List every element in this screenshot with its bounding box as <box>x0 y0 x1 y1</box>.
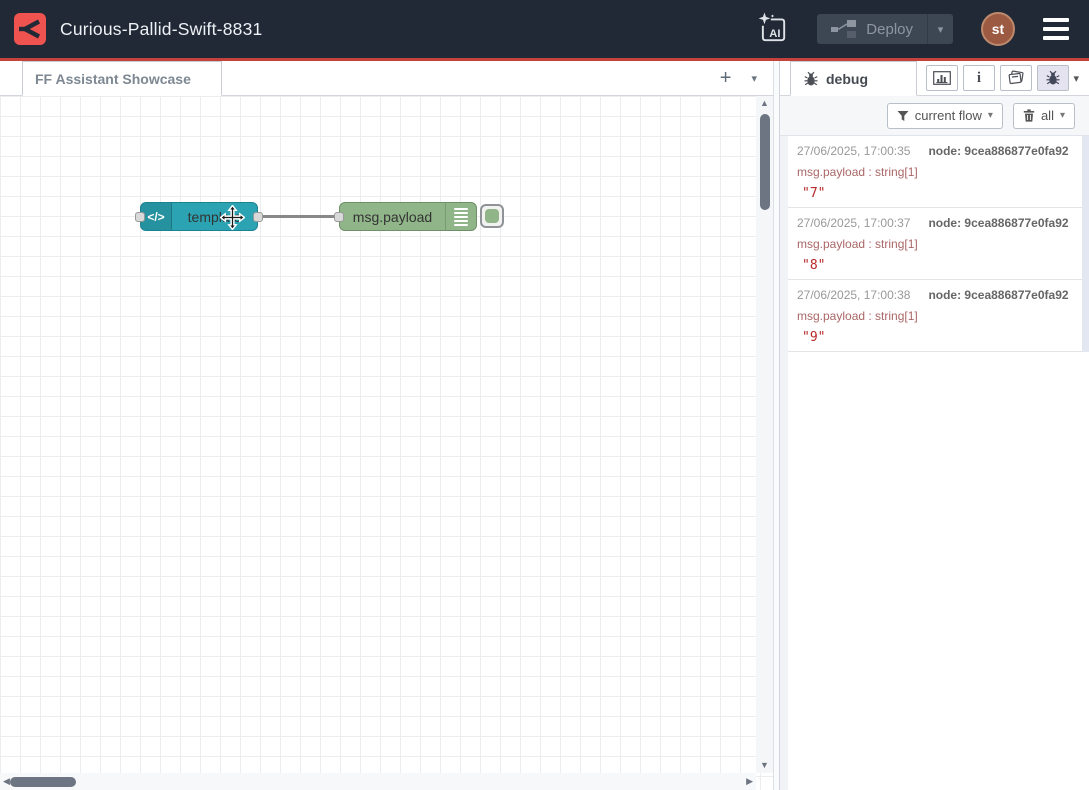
flowfuse-logo-icon <box>14 13 46 45</box>
scroll-left-arrow[interactable]: ◀ <box>3 777 10 786</box>
sidebar-resize-handle[interactable] <box>773 61 780 790</box>
filter-funnel-icon <box>897 110 909 122</box>
wire-layer <box>0 96 773 790</box>
dashboard-panel-button[interactable] <box>926 65 958 91</box>
message-value: "8" <box>797 258 1073 273</box>
message-node-id[interactable]: node: 9cea886877e0fa92 <box>928 288 1068 302</box>
chart-icon <box>933 71 951 85</box>
debug-panel-gutter <box>780 136 788 790</box>
plus-icon: + <box>720 67 732 89</box>
message-timestamp: 27/06/2025, 17:00:35 <box>797 144 910 158</box>
sidebar-tab-label: debug <box>826 71 868 87</box>
debug-lines-icon <box>445 203 476 230</box>
debug-toggle-state <box>485 209 499 223</box>
workspace: FF Assistant Showcase + ▾ </> template m… <box>0 61 773 790</box>
debug-message-panel: 27/06/2025, 17:00:35 node: 9cea886877e0f… <box>780 136 1089 790</box>
chevron-down-icon: ▾ <box>751 73 757 85</box>
tab-debug[interactable]: debug <box>790 61 917 96</box>
flow-list-caret[interactable]: ▾ <box>751 72 757 85</box>
flow-canvas[interactable]: </> template msg.payload ▲ ▼ <box>0 96 773 790</box>
info-panel-button[interactable]: i <box>963 65 995 91</box>
sidebar-tabbar: debug i <box>780 61 1089 96</box>
node-debug-label: msg.payload <box>340 203 445 230</box>
message-property: msg.payload : string[1] <box>797 165 1073 179</box>
flow-tab-label: FF Assistant Showcase <box>35 71 191 87</box>
canvas-horizontal-scrollbar[interactable]: ◀ ▶ <box>0 773 756 790</box>
deploy-button-label: Deploy <box>866 21 913 38</box>
chevron-down-icon: ▾ <box>1073 73 1079 85</box>
help-panel-button[interactable] <box>1000 65 1032 91</box>
move-cursor-icon <box>220 205 245 230</box>
message-node-id[interactable]: node: 9cea886877e0fa92 <box>928 216 1068 230</box>
scroll-up-arrow[interactable]: ▲ <box>760 99 769 108</box>
bug-icon <box>1046 70 1060 86</box>
message-property: msg.payload : string[1] <box>797 237 1073 251</box>
main-menu-button[interactable] <box>1043 16 1069 42</box>
message-timestamp: 27/06/2025, 17:00:38 <box>797 288 910 302</box>
message-value: "7" <box>797 186 1073 201</box>
deploy-button[interactable]: Deploy ▾ <box>817 14 953 44</box>
chevron-down-icon: ▾ <box>1060 110 1065 121</box>
template-output-port[interactable] <box>253 212 263 222</box>
small-sparkle-icon <box>771 15 774 18</box>
app-header: Curious-Pallid-Swift-8831 AI Deploy <box>0 0 1089 61</box>
message-property: msg.payload : string[1] <box>797 309 1073 323</box>
sidebar-panels-caret[interactable]: ▾ <box>1073 72 1079 85</box>
debug-message: 27/06/2025, 17:00:35 node: 9cea886877e0f… <box>788 136 1089 208</box>
clear-button-label: all <box>1041 108 1054 123</box>
canvas-vertical-scrollbar[interactable]: ▲ ▼ <box>756 96 773 773</box>
filter-button-label: current flow <box>915 108 982 123</box>
sparkle-icon <box>759 12 771 24</box>
info-icon: i <box>977 71 981 86</box>
debug-message: 27/06/2025, 17:00:37 node: 9cea886877e0f… <box>788 208 1089 280</box>
debug-enable-toggle[interactable] <box>480 204 504 228</box>
message-timestamp: 27/06/2025, 17:00:37 <box>797 216 910 230</box>
tab-ff-assistant-showcase[interactable]: FF Assistant Showcase <box>22 61 222 96</box>
message-value: "9" <box>797 330 1073 345</box>
scroll-down-arrow[interactable]: ▼ <box>760 761 769 770</box>
chevron-down-icon: ▾ <box>988 110 993 121</box>
bug-icon <box>804 71 818 87</box>
flow-tabbar: FF Assistant Showcase + ▾ <box>0 61 773 96</box>
avatar[interactable]: st <box>981 12 1015 46</box>
debug-input-port[interactable] <box>334 212 344 222</box>
debug-clear-button[interactable]: all ▾ <box>1013 103 1075 129</box>
add-flow-button[interactable]: + <box>720 68 732 88</box>
svg-text:AI: AI <box>770 28 781 40</box>
vertical-scroll-thumb[interactable] <box>760 114 770 210</box>
ai-assistant-button[interactable]: AI <box>757 11 789 47</box>
code-icon: </> <box>141 203 172 230</box>
debug-panel-button[interactable] <box>1037 65 1069 91</box>
template-input-port[interactable] <box>135 212 145 222</box>
debug-message-list: 27/06/2025, 17:00:35 node: 9cea886877e0f… <box>788 136 1089 352</box>
page-title: Curious-Pallid-Swift-8831 <box>60 19 262 40</box>
deploy-icon <box>831 19 857 39</box>
message-node-id[interactable]: node: 9cea886877e0fa92 <box>928 144 1068 158</box>
scroll-right-arrow[interactable]: ▶ <box>746 777 753 786</box>
debug-filter-button[interactable]: current flow ▾ <box>887 103 1003 129</box>
hamburger-icon <box>1043 18 1069 22</box>
trash-icon <box>1023 109 1035 122</box>
debug-message: 27/06/2025, 17:00:38 node: 9cea886877e0f… <box>788 280 1089 352</box>
book-icon <box>1007 70 1025 86</box>
sidebar: debug i <box>780 61 1089 790</box>
debug-list-scrollbar[interactable] <box>1082 136 1089 352</box>
deploy-options-caret[interactable]: ▾ <box>927 14 953 44</box>
node-debug[interactable]: msg.payload <box>339 202 477 231</box>
horizontal-scroll-thumb[interactable] <box>10 777 76 787</box>
debug-toolbar: current flow ▾ all ▾ <box>780 96 1089 136</box>
chevron-down-icon: ▾ <box>938 23 944 36</box>
